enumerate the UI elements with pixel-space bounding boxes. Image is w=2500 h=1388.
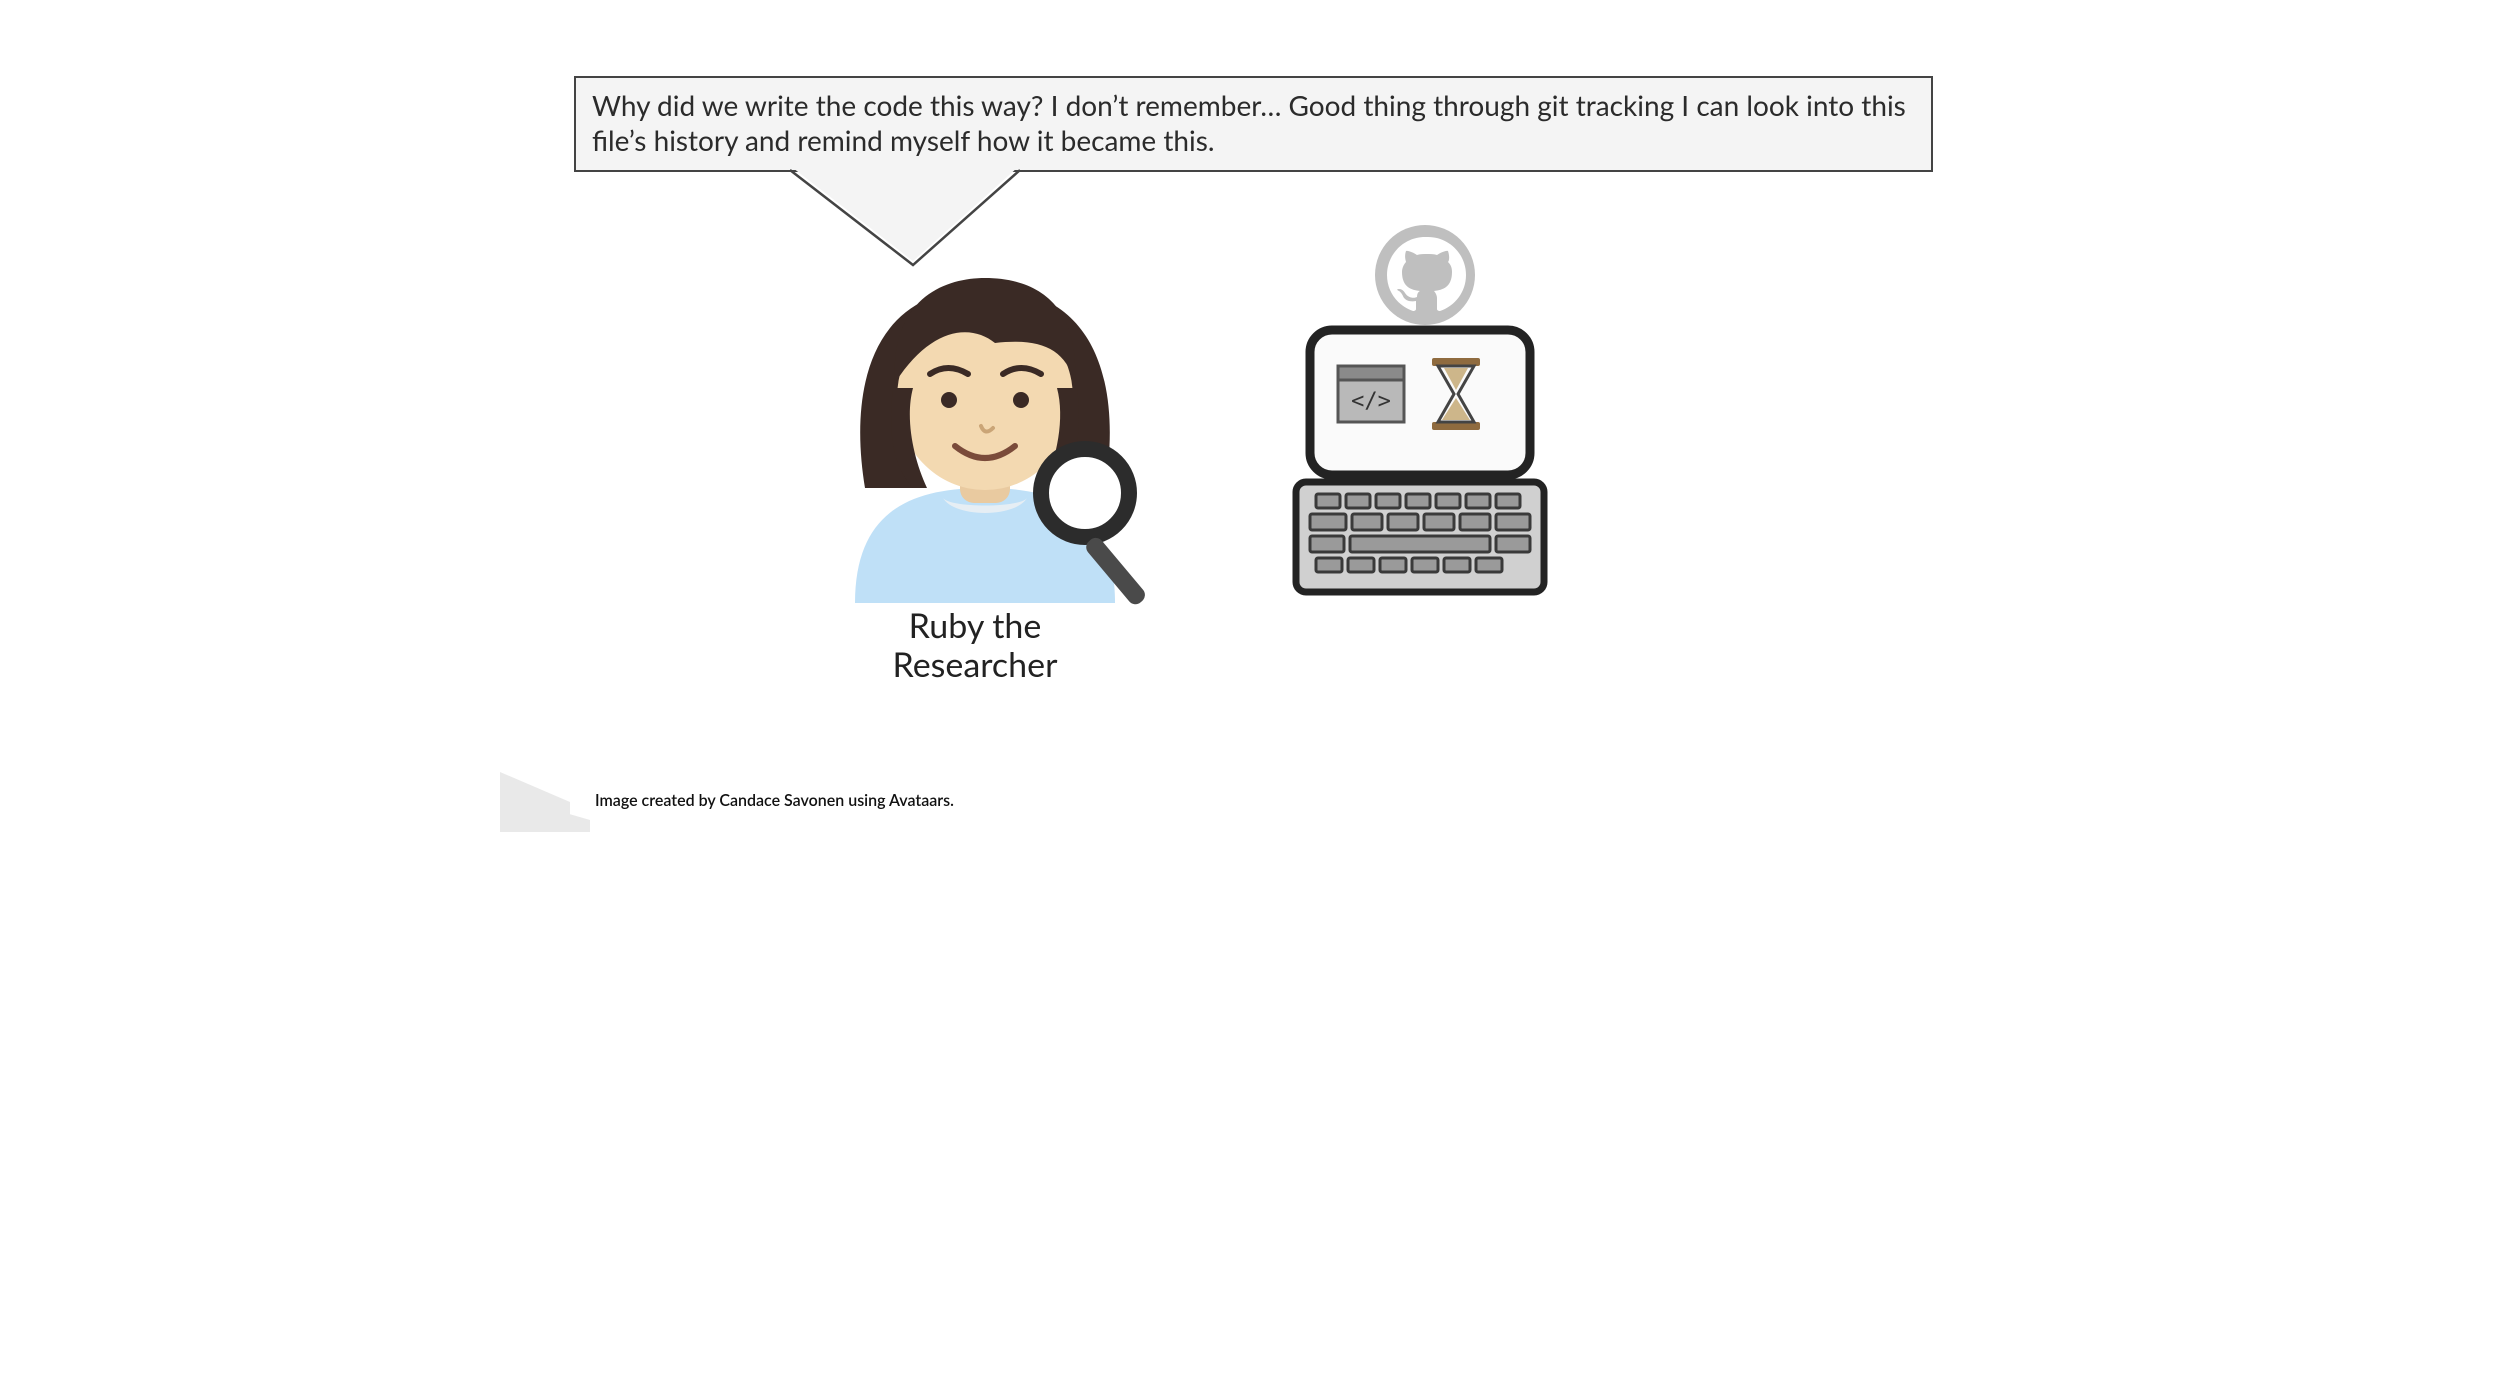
speech-text: Why did we write the code this way? I do… (592, 88, 1906, 157)
github-icon (1375, 225, 1475, 325)
svg-text:</>: </> (1351, 389, 1391, 414)
persona-avatar (795, 188, 1175, 618)
speech-bubble: Why did we write the code this way? I do… (574, 76, 1933, 172)
image-credit: Image created by Candace Savonen using A… (595, 791, 954, 810)
persona-caption: Ruby the Researcher (835, 606, 1115, 684)
code-window-icon: </> (1338, 366, 1404, 422)
workstation-illustration: </> (1290, 225, 1550, 615)
laptop-icon: </> (1296, 330, 1544, 592)
slide-canvas: Why did we write the code this way? I do… (500, 0, 2000, 832)
corner-decoration (500, 772, 590, 832)
